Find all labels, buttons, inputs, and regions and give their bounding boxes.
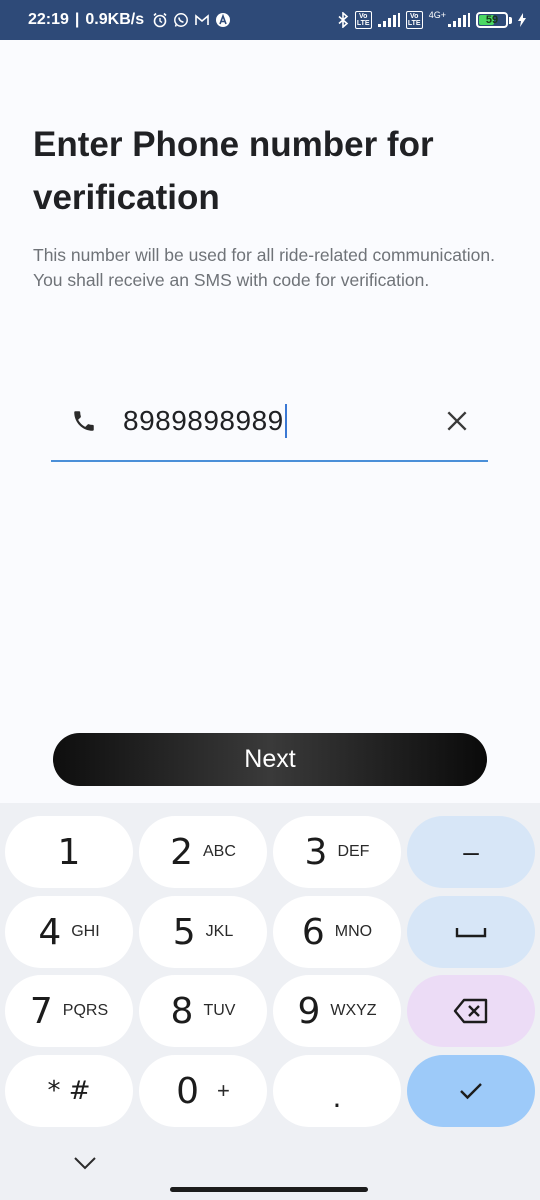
key-5[interactable]: 5 JKL [139, 896, 267, 968]
key-star-hash[interactable]: * # [5, 1055, 133, 1127]
phone-input[interactable]: 8989898989 [123, 404, 287, 438]
status-time: 22:19 [28, 11, 69, 28]
close-icon[interactable] [444, 408, 470, 434]
key-6[interactable]: 6 MNO [273, 896, 401, 968]
key-digit: 5 [172, 911, 196, 953]
key-2[interactable]: 2 ABC [139, 816, 267, 888]
checkmark-icon [460, 1083, 482, 1100]
home-indicator[interactable] [170, 1187, 368, 1192]
network-type: 4G+ [428, 10, 446, 20]
key-dot[interactable]: . [273, 1055, 401, 1127]
status-right: Vo LTE Vo LTE 4G+ 59 [338, 10, 526, 29]
volte-icon-2: Vo LTE [405, 11, 423, 29]
notification-icons [152, 12, 231, 28]
key-letters: WXYZ [330, 1002, 377, 1019]
text-caret [284, 404, 287, 438]
minus-icon: – [463, 836, 479, 867]
key-digit: 6 [301, 911, 325, 953]
key-digit: * # [47, 1076, 91, 1106]
key-7[interactable]: 7 PQRS [5, 975, 133, 1047]
key-letters: MNO [334, 923, 373, 940]
bluetooth-icon [338, 12, 348, 28]
page-subtitle: This number will be used for all ride-re… [33, 245, 496, 290]
status-bar: 22:19 | 0.9KB/s Vo LTE Vo LTE 4G+ 59 [0, 0, 540, 40]
key-digit: . [332, 1080, 342, 1114]
key-letters: DEF [337, 843, 370, 860]
battery-icon: 59 [476, 12, 508, 28]
done-key[interactable] [407, 1055, 535, 1127]
key-digit: 0 [176, 1070, 200, 1112]
status-left: 22:19 | 0.9KB/s [28, 11, 231, 29]
chevron-down-icon[interactable] [72, 1153, 98, 1173]
status-net-speed: 0.9KB/s [85, 11, 145, 28]
space-key[interactable] [407, 896, 535, 968]
signal-4g-icon [448, 13, 470, 27]
battery-level: 59 [485, 14, 499, 26]
key-digit: 4 [38, 911, 62, 953]
volte-icon: Vo LTE [354, 11, 372, 29]
key-4[interactable]: 4 GHI [5, 896, 133, 968]
backspace-key[interactable] [407, 975, 535, 1047]
key-digit: 8 [170, 990, 194, 1032]
key-9[interactable]: 9 WXYZ [273, 975, 401, 1047]
space-icon [455, 928, 487, 938]
key-digit: 1 [57, 831, 81, 873]
key-digit: 3 [304, 831, 328, 873]
key-letters: ABC [203, 843, 236, 860]
alarm-icon [153, 12, 167, 28]
key-8[interactable]: 8 TUV [139, 975, 267, 1047]
whatsapp-icon [174, 13, 189, 27]
charging-icon [518, 13, 526, 27]
page-title: Enter Phone number for verification [33, 125, 434, 217]
signal-icon [377, 13, 400, 27]
key-1[interactable]: 1 [5, 816, 133, 888]
key-digit: 7 [29, 990, 53, 1032]
phone-input-value: 8989898989 [123, 405, 284, 436]
key-digit: 9 [297, 990, 321, 1032]
gmail-icon [195, 14, 209, 25]
next-button[interactable]: Next [53, 733, 487, 786]
key-letters: PQRS [62, 1002, 109, 1019]
key-0[interactable]: 0 + [139, 1055, 267, 1127]
key-letters: JKL [205, 923, 234, 940]
phone-icon [74, 411, 94, 431]
status-separator: | [74, 11, 80, 28]
battery-tip [509, 16, 512, 24]
minus-key[interactable]: – [407, 816, 535, 888]
backspace-icon [453, 998, 488, 1024]
app-icon [216, 13, 231, 27]
key-letters: GHI [71, 923, 100, 940]
key-3[interactable]: 3 DEF [273, 816, 401, 888]
key-letters: TUV [203, 1002, 236, 1019]
phone-number-field[interactable]: 8989898989 [51, 390, 488, 462]
key-letters: + [217, 1078, 230, 1103]
key-digit: 2 [170, 831, 193, 873]
